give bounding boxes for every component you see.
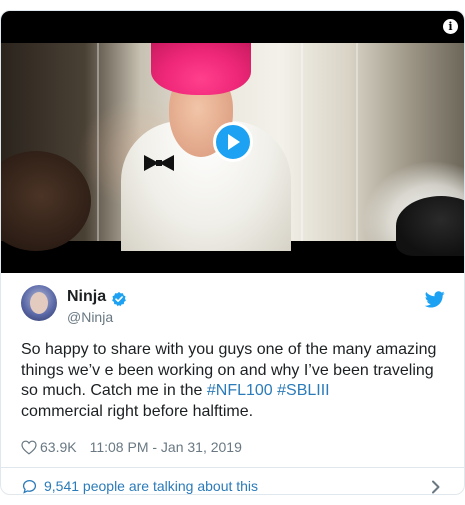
embedded-tweet-card: i Ninja @Ninja So happy to share with yo… — [0, 10, 465, 495]
tweet-timestamp[interactable]: 11:08 PM - Jan 31, 2019 — [90, 439, 242, 455]
person-pink-hair — [151, 43, 251, 95]
avatar-face — [30, 292, 48, 314]
speech-bubble-icon — [22, 479, 37, 494]
twitter-bird-icon[interactable] — [425, 291, 445, 308]
info-icon[interactable]: i — [443, 19, 458, 34]
hashtag-link[interactable]: #SBLIII — [277, 382, 329, 399]
author-name[interactable]: Ninja — [67, 288, 106, 306]
background-curtain-line — [356, 43, 358, 241]
background-curtain-line — [301, 43, 303, 241]
conversation-count: 9,541 people are talking about this — [44, 478, 259, 494]
heart-icon — [21, 440, 37, 455]
play-icon — [228, 134, 240, 150]
video-player[interactable]: i — [1, 11, 464, 273]
play-button[interactable] — [213, 122, 253, 162]
tweet-meta: 63.9K 11:08 PM - Jan 31, 2019 — [21, 438, 242, 456]
author-handle[interactable]: @Ninja — [67, 309, 113, 325]
conversation-link[interactable]: 9,541 people are talking about this — [1, 467, 464, 494]
like-button[interactable]: 63.9K — [21, 439, 77, 455]
background-curtain-line — [97, 43, 99, 241]
verified-badge-icon — [112, 292, 126, 307]
chevron-right-icon — [432, 480, 440, 494]
tweet-text: So happy to share with you guys one of t… — [21, 340, 451, 422]
hashtag-link[interactable]: #NFL100 — [207, 382, 273, 399]
tweet-text-end: commercial right before halftime. — [21, 402, 254, 420]
like-count: 63.9K — [40, 439, 77, 455]
avatar[interactable] — [21, 285, 57, 321]
bowtie-shape — [144, 155, 174, 171]
